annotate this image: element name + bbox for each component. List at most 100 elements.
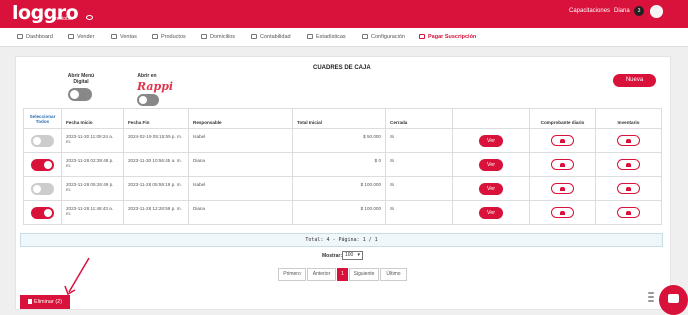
inventario-button[interactable] [617, 183, 640, 194]
menu-item-estadisticas[interactable]: Estadísticas [307, 34, 346, 40]
new-button[interactable]: Nueva [613, 74, 656, 87]
col-actions [452, 108, 530, 129]
row-select-toggle[interactable] [31, 158, 54, 171]
chevron-down-icon: ▾ [357, 252, 360, 258]
ver-button[interactable]: Ver [479, 134, 503, 147]
inventario-cell [595, 176, 662, 201]
col-cerrada: Cerrada [385, 108, 453, 129]
menu-item-contabilidad[interactable]: Contabilidad [251, 34, 291, 40]
capacitaciones-link[interactable]: Capacitaciones [569, 8, 610, 14]
printer-icon [626, 139, 631, 143]
menu-item-productos[interactable]: Productos [152, 34, 186, 40]
col-fecha-fin: Fecha Fin [123, 108, 189, 129]
actions-cell: Ver [452, 128, 530, 153]
table-row: 2023-11-30 11:09:24 a. m. 2024-02-19 05:… [23, 128, 662, 153]
row-select-toggle[interactable] [31, 182, 54, 195]
printer-icon [560, 187, 565, 191]
menu-item-pagar-suscripcion[interactable]: Pagar Suscripción [419, 34, 476, 40]
menu-item-configuracion[interactable]: Configuración [362, 34, 405, 40]
fecha-inicio-cell: 2023-11-28 11:48:43 a. m. [61, 200, 124, 225]
fecha-fin-cell: 2023-11-28 05:59:19 p. m. [123, 176, 189, 201]
fecha-inicio-cell: 2023-11-28 02:39:48 p. m. [61, 152, 124, 177]
toggle-knob [33, 136, 41, 145]
pager-next[interactable]: Siguiente [349, 268, 379, 281]
toggle-knob [44, 208, 52, 217]
comprobante-button[interactable] [551, 159, 574, 170]
total-inicial-cell: $ 100.000 [292, 200, 386, 225]
table-row: 2023-11-28 11:48:43 a. m. 2023-11-28 12:… [23, 200, 662, 225]
table-header-row: Seleccionar Todos Fecha Inicio Fecha Fin… [23, 108, 662, 129]
rappi-label: Abrir en [137, 73, 157, 79]
printer-icon [626, 163, 631, 167]
fecha-inicio-cell: 2023-11-30 11:09:24 a. m. [61, 128, 124, 153]
select-all-header[interactable]: Seleccionar Todos [23, 108, 62, 129]
responsable-cell: Diana [188, 152, 293, 177]
pager-prev[interactable]: Anterior [307, 268, 336, 281]
chat-handle-icon [648, 292, 656, 306]
cart-icon [111, 34, 117, 39]
total-summary: Total: 4 - Página: 1 / 1 [20, 233, 663, 247]
fecha-fin-cell: 2023-11-30 10:56:45 a. m. [123, 152, 189, 177]
row-select-cell [23, 176, 62, 201]
comprobante-cell [529, 200, 596, 225]
ver-button[interactable]: Ver [479, 158, 503, 171]
chart-line-icon [307, 34, 313, 39]
pager-current[interactable]: 1 [337, 268, 348, 281]
table-row: 2023-11-28 02:39:48 p. m. 2023-11-30 10:… [23, 152, 662, 177]
annotation-arrow [64, 257, 90, 296]
row-select-cell [23, 152, 62, 177]
printer-icon [560, 211, 565, 215]
menu-item-domicilios[interactable]: Domicilios [201, 34, 235, 40]
pager-last[interactable]: Último [380, 268, 407, 281]
comprobante-cell [529, 152, 596, 177]
ver-button[interactable]: Ver [479, 206, 503, 219]
toggle-knob [70, 90, 79, 99]
cerrada-cell: Si [385, 128, 453, 153]
fecha-fin-cell: 2023-11-28 12:28:59 p. m. [123, 200, 189, 225]
menu-item-dashboard[interactable]: Dashboard [17, 34, 53, 40]
ver-button[interactable]: Ver [479, 182, 503, 195]
inventario-button[interactable] [617, 135, 640, 146]
toggle-knob [44, 160, 52, 169]
col-inventario: Inventario [595, 108, 662, 129]
menu-digital-toggle[interactable] [68, 88, 92, 101]
inventario-button[interactable] [617, 207, 640, 218]
menu-digital-label: Abrir Menú Digital [67, 73, 95, 85]
menu-item-vender[interactable]: Vender [68, 34, 94, 40]
printer-icon [560, 139, 565, 143]
eye-icon[interactable] [86, 15, 93, 20]
pager-first[interactable]: Primero [278, 268, 306, 281]
printer-icon [560, 163, 565, 167]
row-select-toggle[interactable] [31, 206, 54, 219]
col-total-inicial: Total Inicial [292, 108, 386, 129]
printer-icon [626, 187, 631, 191]
col-responsable: Responsable [188, 108, 293, 129]
chat-button[interactable] [659, 285, 688, 315]
inventario-cell [595, 200, 662, 225]
app-logo-subtitle: restobar [55, 16, 74, 22]
page-size-select[interactable]: 100 ▾ [342, 251, 363, 260]
comprobante-button[interactable] [551, 135, 574, 146]
rappi-toggle[interactable] [137, 94, 159, 106]
user-name[interactable]: Diana [614, 8, 630, 14]
cash-closings-table: Seleccionar Todos Fecha Inicio Fecha Fin… [23, 108, 662, 225]
scissors-icon [68, 34, 74, 39]
bike-icon [201, 34, 207, 39]
responsable-cell: Isabel [188, 128, 293, 153]
comprobante-button[interactable] [551, 207, 574, 218]
comprobante-button[interactable] [551, 183, 574, 194]
responsable-cell: Isabel [188, 176, 293, 201]
table-row: 2023-11-28 05:26:49 p. m. 2023-11-28 05:… [23, 176, 662, 201]
rappi-logo: Rappi [137, 80, 174, 93]
actions-cell: Ver [452, 200, 530, 225]
delete-selected-button[interactable]: Eliminar (2) [20, 295, 70, 309]
notification-badge[interactable]: 3 [634, 6, 644, 16]
comprobante-cell [529, 176, 596, 201]
row-select-toggle[interactable] [31, 134, 54, 147]
avatar[interactable] [650, 5, 663, 18]
toggle-knob [33, 184, 41, 193]
inventario-button[interactable] [617, 159, 640, 170]
top-bar: loggro restobar Capacitaciones Diana 3 [0, 0, 688, 28]
menu-item-ventas[interactable]: Ventas [111, 34, 137, 40]
dashboard-icon [17, 34, 23, 39]
